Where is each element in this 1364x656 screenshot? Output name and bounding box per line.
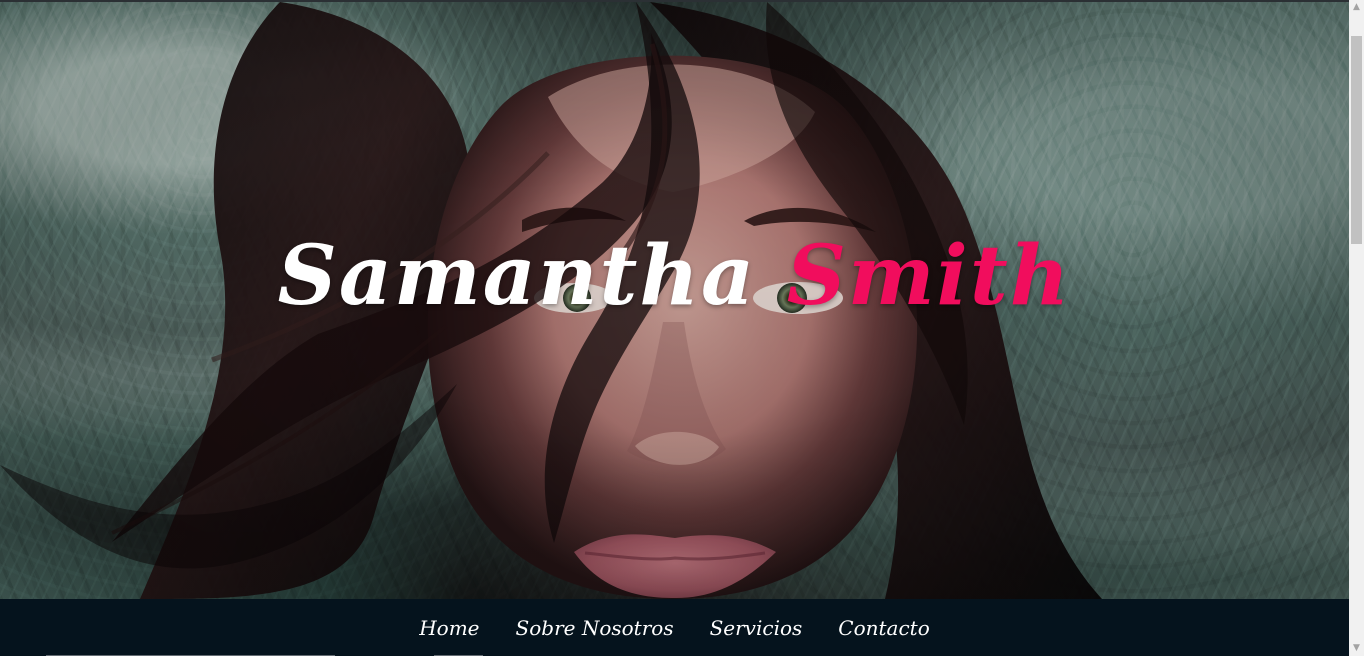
- nav-item-contacto[interactable]: Contacto: [838, 599, 929, 656]
- hero-banner: Samantha Smith: [0, 2, 1349, 599]
- nav-item-home[interactable]: Home: [419, 599, 479, 656]
- navigation-list: Home Sobre Nosotros Servicios Contacto: [0, 599, 1349, 656]
- sobre-nosotros-link[interactable]: Sobre Nosotros: [516, 614, 674, 642]
- hero-last-name: Smith: [786, 228, 1072, 324]
- scroll-up-icon[interactable]: ▲: [1349, 0, 1364, 15]
- nav-item-sobre-nosotros[interactable]: Sobre Nosotros: [516, 599, 674, 656]
- hero-first-name: Samantha: [277, 228, 757, 324]
- nav-item-servicios[interactable]: Servicios: [710, 599, 803, 656]
- contacto-link[interactable]: Contacto: [838, 614, 929, 642]
- scroll-down-icon[interactable]: ▼: [1349, 641, 1364, 656]
- web-page-viewport: Samantha Smith Home Sobre Nosotros Servi…: [0, 0, 1364, 656]
- servicios-link[interactable]: Servicios: [710, 614, 803, 642]
- main-navigation: Home Sobre Nosotros Servicios Contacto: [0, 599, 1349, 656]
- scrollbar-thumb[interactable]: [1351, 36, 1362, 244]
- top-browser-edge: [0, 0, 1349, 2]
- hero-title: Samantha Smith: [0, 228, 1349, 324]
- vertical-scrollbar[interactable]: ▲ ▼: [1349, 0, 1364, 656]
- home-link[interactable]: Home: [419, 614, 479, 642]
